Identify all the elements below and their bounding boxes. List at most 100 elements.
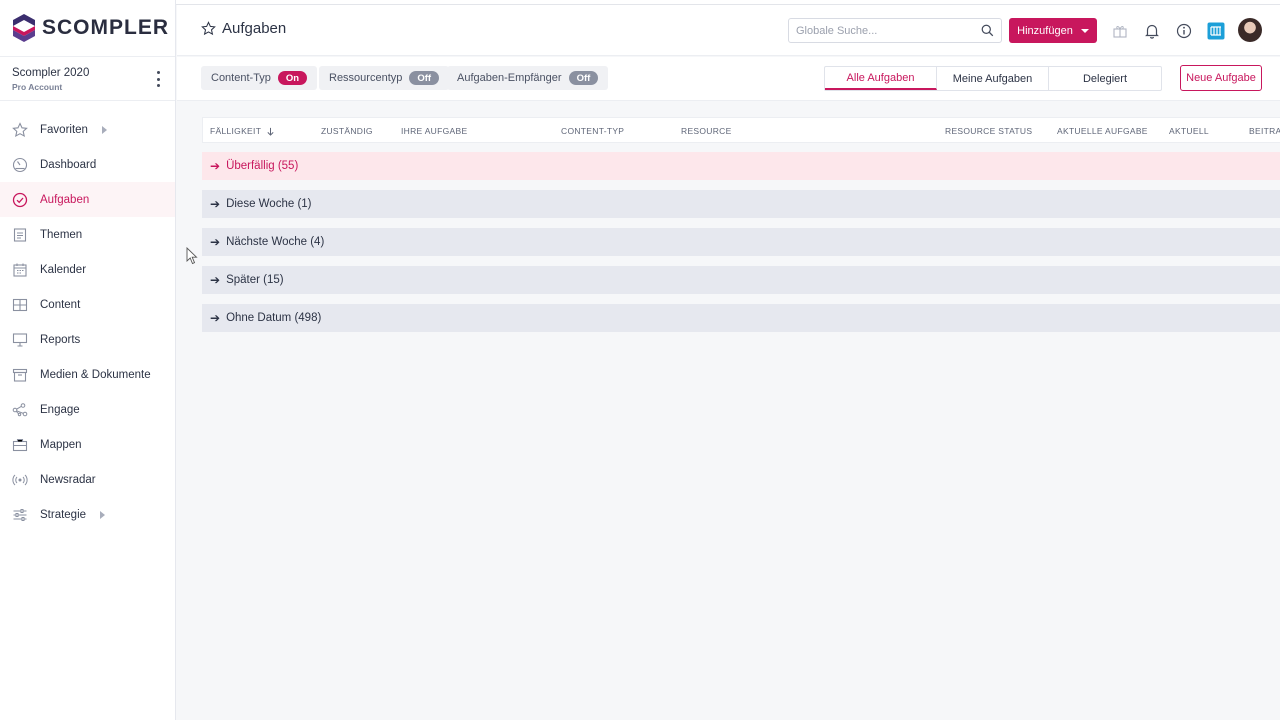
calendar-icon [12, 262, 28, 278]
tab-alle-aufgaben[interactable]: Alle Aufgaben [825, 67, 937, 90]
group-label: Diese Woche (1) [226, 198, 312, 210]
bell-icon[interactable] [1143, 22, 1161, 40]
avatar[interactable] [1238, 18, 1262, 42]
sidebar-item-themen[interactable]: Themen [0, 217, 175, 252]
group-row-ueberfaellig[interactable]: ➔ Überfällig (55) [202, 152, 1280, 180]
sidebar-item-aufgaben[interactable]: Aufgaben [0, 182, 175, 217]
toggle-switch[interactable]: On [277, 71, 308, 85]
task-scope-tabs: Alle Aufgaben Meine Aufgaben Delegiert [824, 66, 1162, 91]
filter-label: Aufgaben-Empfänger [457, 72, 562, 84]
sidebar-item-favoriten[interactable]: Favoriten [0, 112, 175, 147]
scompler-logo-icon [13, 14, 35, 42]
arrow-right-icon: ➔ [210, 197, 221, 211]
add-button[interactable]: Hinzufügen [1009, 18, 1097, 43]
sidebar-item-newsradar[interactable]: Newsradar [0, 462, 175, 497]
group-row-diese-woche[interactable]: ➔ Diese Woche (1) [202, 190, 1280, 218]
tab-delegiert[interactable]: Delegiert [1049, 67, 1161, 90]
sidebar-item-label: Kalender [40, 263, 87, 276]
arrow-right-icon: ➔ [210, 159, 221, 173]
sidebar-item-label: Dashboard [40, 158, 97, 171]
sort-arrow-down-icon [267, 127, 274, 136]
caret-down-icon [1080, 28, 1089, 33]
briefcase-icon [12, 437, 28, 453]
sidebar-item-engage[interactable]: Engage [0, 392, 175, 427]
sidebar-item-label: Favoriten [40, 123, 88, 136]
filter-ressourcentyp[interactable]: Ressourcentyp Off [319, 66, 450, 90]
group-row-naechste-woche[interactable]: ➔ Nächste Woche (4) [202, 228, 1280, 256]
sidebar: SCOMPLER Scompler 2020 Pro Account Favor… [0, 0, 176, 720]
search-input[interactable] [789, 24, 969, 37]
logo[interactable]: SCOMPLER [0, 0, 175, 56]
filter-bar: Content-Typ On Ressourcentyp Off Aufgabe… [177, 57, 1280, 101]
global-search[interactable] [788, 18, 1002, 43]
tab-meine-aufgaben[interactable]: Meine Aufgaben [937, 67, 1049, 90]
sidebar-item-reports[interactable]: Reports [0, 322, 175, 357]
toggle-switch[interactable]: Off [568, 71, 599, 85]
group-label: Nächste Woche (4) [226, 236, 325, 248]
sidebar-nav: Favoriten Dashboard Aufgaben Themen Kale… [0, 101, 175, 532]
grid-icon [12, 297, 28, 313]
favorite-star-icon[interactable] [201, 21, 216, 36]
page-title-area: Aufgaben [201, 20, 286, 37]
radar-icon [12, 472, 28, 488]
sidebar-item-strategie[interactable]: Strategie [0, 497, 175, 532]
app-integration-icon[interactable] [1207, 22, 1225, 40]
column-ihre-aufgabe[interactable]: IHRE AUFGABE [401, 126, 467, 136]
column-aktuell[interactable]: AKTUELL [1169, 126, 1209, 136]
check-circle-icon [12, 192, 28, 208]
toggle-switch[interactable]: Off [409, 71, 440, 85]
top-header: Aufgaben Hinzufügen [177, 5, 1280, 56]
table-header: FÄLLIGKEIT ZUSTÄNDIG IHRE AUFGABE CONTEN… [202, 117, 1280, 143]
sidebar-item-label: Newsradar [40, 473, 96, 486]
more-vertical-icon[interactable] [153, 71, 163, 87]
account-plan: Pro Account [12, 82, 63, 92]
search-icon[interactable] [981, 24, 994, 37]
chevron-right-icon [100, 510, 106, 519]
brand-name: SCOMPLER [42, 16, 170, 39]
sidebar-item-medien-dokumente[interactable]: Medien & Dokumente [0, 357, 175, 392]
sidebar-item-label: Engage [40, 403, 80, 416]
column-label: FÄLLIGKEIT [210, 126, 262, 136]
sidebar-item-label: Reports [40, 333, 81, 346]
group-row-spaeter[interactable]: ➔ Später (15) [202, 266, 1280, 294]
sidebar-item-label: Aufgaben [40, 193, 90, 206]
add-button-label: Hinzufügen [1017, 24, 1073, 37]
chevron-right-icon [101, 125, 107, 134]
gift-icon[interactable] [1111, 22, 1129, 40]
filter-aufgaben-empfaenger[interactable]: Aufgaben-Empfänger Off [447, 66, 609, 90]
account-switcher[interactable]: Scompler 2020 Pro Account [0, 56, 175, 101]
sidebar-item-mappen[interactable]: Mappen [0, 427, 175, 462]
filter-content-typ[interactable]: Content-Typ On [201, 66, 318, 90]
group-label: Ohne Datum (498) [226, 312, 322, 324]
sidebar-item-label: Themen [40, 228, 83, 241]
column-resource[interactable]: RESOURCE [681, 126, 732, 136]
document-icon [12, 227, 28, 243]
group-label: Überfällig (55) [226, 160, 299, 172]
sidebar-item-label: Content [40, 298, 81, 311]
sidebar-item-kalender[interactable]: Kalender [0, 252, 175, 287]
account-name: Scompler 2020 [12, 67, 90, 79]
sidebar-item-content[interactable]: Content [0, 287, 175, 322]
sidebar-item-label: Medien & Dokumente [40, 368, 151, 381]
arrow-right-icon: ➔ [210, 235, 221, 249]
group-row-ohne-datum[interactable]: ➔ Ohne Datum (498) [202, 304, 1280, 332]
sidebar-item-dashboard[interactable]: Dashboard [0, 147, 175, 182]
presentation-icon [12, 332, 28, 348]
star-icon [12, 121, 28, 138]
column-aktuelle-aufgabe[interactable]: AKTUELLE AUFGABE [1057, 126, 1148, 136]
arrow-right-icon: ➔ [210, 311, 221, 325]
sliders-icon [12, 507, 28, 523]
filter-label: Ressourcentyp [329, 72, 403, 84]
sidebar-item-label: Mappen [40, 438, 82, 451]
info-icon[interactable] [1175, 22, 1193, 40]
filter-label: Content-Typ [211, 72, 271, 84]
column-zustaendig[interactable]: ZUSTÄNDIG [321, 126, 373, 136]
column-resource-status[interactable]: RESOURCE STATUS [945, 126, 1032, 136]
new-task-button[interactable]: Neue Aufgabe [1180, 65, 1262, 91]
column-content-typ[interactable]: CONTENT-TYP [561, 126, 624, 136]
sidebar-item-label: Strategie [40, 508, 87, 521]
column-beitrag[interactable]: BEITRAG [1249, 126, 1280, 136]
archive-icon [12, 367, 28, 383]
arrow-right-icon: ➔ [210, 273, 221, 287]
column-faelligkeit[interactable]: FÄLLIGKEIT [210, 126, 275, 136]
